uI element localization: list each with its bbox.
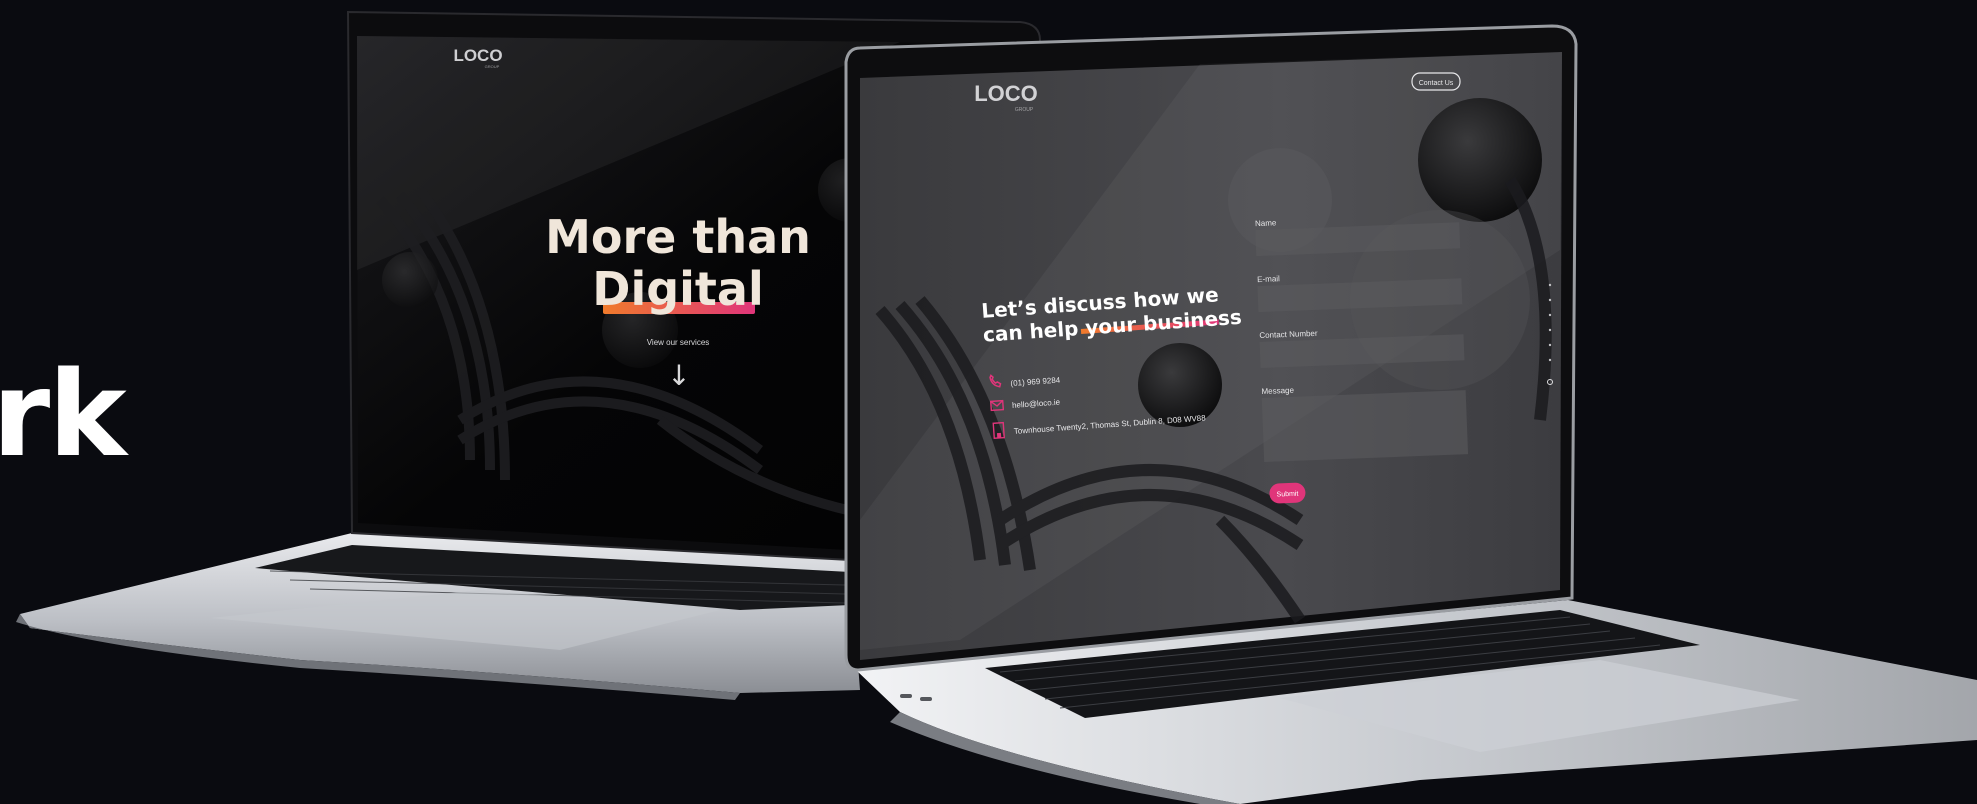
- contact-us-label: Contact Us: [1419, 80, 1454, 87]
- hero-title-line1: More than: [545, 210, 811, 264]
- hero-title-line2: Digital: [592, 262, 763, 316]
- email-label: E-mail: [1257, 274, 1280, 284]
- message-textarea[interactable]: [1261, 390, 1469, 462]
- right-laptop: LOCO GROUP Contact Us Let’s discuss how …: [844, 24, 1977, 804]
- submit-label: Submit: [1276, 491, 1298, 499]
- down-arrow-icon[interactable]: ↓: [667, 359, 690, 392]
- laptop-mockups: LOCO GROUP More than Digital View our se…: [16, 10, 1977, 804]
- right-logo[interactable]: LOCO: [974, 81, 1038, 106]
- right-logo-sub: GROUP: [1015, 107, 1034, 113]
- name-label: Name: [1255, 218, 1277, 228]
- left-logo-sub: GROUP: [485, 64, 500, 69]
- left-logo[interactable]: LOCO: [453, 46, 502, 65]
- message-label: Message: [1261, 386, 1294, 396]
- view-services-link[interactable]: View our services: [647, 338, 710, 347]
